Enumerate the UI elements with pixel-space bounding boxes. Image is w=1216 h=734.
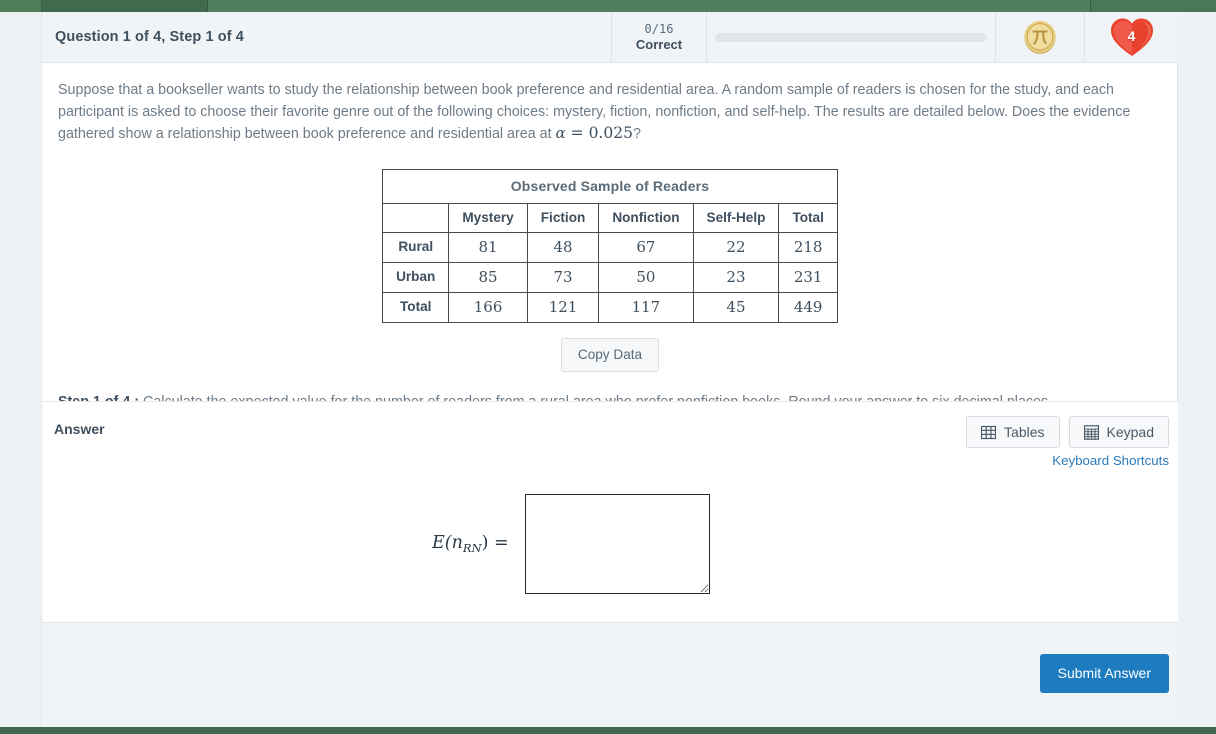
coin-cell[interactable]	[996, 12, 1085, 62]
cell-rural-mystery: 81	[448, 231, 528, 263]
table-grid-icon	[981, 425, 997, 439]
cell-rural-nonfiction: 67	[598, 231, 694, 263]
table-title: Observed Sample of Readers	[382, 168, 838, 204]
answer-label: Answer	[54, 421, 105, 437]
table-header-row: Mystery Fiction Nonfiction Self-Help Tot…	[382, 202, 838, 233]
observed-table-wrapper: Observed Sample of Readers Mystery Ficti…	[42, 168, 1178, 323]
keyboard-shortcuts-link[interactable]: Keyboard Shortcuts	[1052, 453, 1169, 468]
table-title-row: Observed Sample of Readers	[382, 168, 838, 204]
keypad-button-label: Keypad	[1106, 424, 1154, 440]
top-strip-segment-tab	[42, 0, 207, 12]
formula-prefix: E(n	[432, 533, 463, 553]
question-body: Suppose that a bookseller wants to study…	[42, 63, 1178, 412]
answer-tool-buttons: Tables Keypad	[966, 416, 1169, 448]
lives-count: 4	[1127, 28, 1136, 44]
equals-symbol: =	[570, 124, 584, 142]
calculator-grid-icon	[1083, 424, 1099, 440]
column-header-mystery: Mystery	[448, 202, 528, 233]
cell-rural-fiction: 48	[526, 231, 600, 263]
pi-coin-icon	[1024, 20, 1056, 54]
browser-top-strip	[0, 0, 1216, 12]
row-header-total: Total	[382, 291, 450, 323]
table-corner-cell	[382, 202, 450, 233]
tables-button[interactable]: Tables	[966, 416, 1060, 448]
answer-header: Answer Tables Keypad Keyboard Shortcuts	[42, 402, 1178, 472]
question-card: Question 1 of 4, Step 1 of 4 0/16 Correc…	[41, 12, 1178, 727]
cell-urban-fiction: 73	[526, 261, 600, 293]
column-header-total: Total	[778, 202, 838, 233]
expected-value-formula: E(nRN) =	[432, 533, 509, 555]
score-fraction: 0/16	[644, 22, 674, 36]
progress-bar	[715, 32, 987, 42]
table-row: Rural 81 48 67 22 218	[382, 231, 838, 263]
keypad-button[interactable]: Keypad	[1068, 416, 1169, 448]
formula-subscript: RN	[462, 541, 482, 555]
question-footer: Submit Answer	[42, 622, 1178, 727]
formula-suffix: ) =	[481, 533, 509, 553]
row-header-urban: Urban	[382, 261, 450, 293]
lives-indicator: 4	[1109, 16, 1155, 58]
column-header-nonfiction: Nonfiction	[598, 202, 694, 233]
lives-cell[interactable]: 4	[1085, 12, 1178, 62]
answer-input[interactable]	[524, 494, 710, 594]
bottom-strip	[0, 727, 1216, 734]
copy-data-wrapper: Copy Data	[42, 337, 1178, 372]
cell-total-mystery: 166	[448, 291, 528, 323]
observed-sample-table: Observed Sample of Readers Mystery Ficti…	[382, 168, 838, 323]
top-strip-segment-left	[0, 0, 41, 12]
cell-rural-selfhelp: 22	[692, 231, 780, 263]
cell-urban-total: 231	[778, 261, 838, 293]
cell-urban-mystery: 85	[448, 261, 528, 293]
answer-formula-row: E(nRN) =	[42, 494, 1178, 594]
answer-panel: Answer Tables Keypad Keyboard Shortcuts …	[42, 401, 1178, 622]
row-header-rural: Rural	[382, 231, 450, 263]
question-text: Suppose that a bookseller wants to study…	[42, 63, 1178, 146]
table-row: Total 166 121 117 45 449	[382, 291, 838, 323]
cell-urban-nonfiction: 50	[598, 261, 694, 293]
cell-rural-total: 218	[778, 231, 838, 263]
cell-total-total: 449	[778, 291, 838, 323]
top-strip-segment-main	[208, 0, 1090, 12]
table-row: Urban 85 73 50 23 231	[382, 261, 838, 293]
cell-urban-selfhelp: 23	[692, 261, 780, 293]
submit-answer-button[interactable]: Submit Answer	[1039, 654, 1169, 693]
cell-total-selfhelp: 45	[692, 291, 780, 323]
alpha-value: 0.025	[588, 124, 633, 142]
score-label: Correct	[635, 37, 683, 52]
alpha-symbol: α	[555, 124, 566, 142]
score-cell: 0/16 Correct	[612, 12, 707, 62]
page-title: Question 1 of 4, Step 1 of 4	[55, 29, 244, 45]
tables-button-label: Tables	[1004, 424, 1045, 440]
cell-total-fiction: 121	[526, 291, 600, 323]
question-text-part2: ?	[632, 126, 641, 142]
question-header: Question 1 of 4, Step 1 of 4 0/16 Correc…	[42, 12, 1178, 63]
column-header-selfhelp: Self-Help	[692, 202, 780, 233]
question-title-cell: Question 1 of 4, Step 1 of 4	[42, 12, 612, 62]
top-strip-segment-right	[1091, 0, 1216, 12]
progress-cell	[707, 12, 996, 62]
column-header-fiction: Fiction	[526, 202, 600, 233]
copy-data-button[interactable]: Copy Data	[560, 337, 660, 372]
cell-total-nonfiction: 117	[598, 291, 694, 323]
